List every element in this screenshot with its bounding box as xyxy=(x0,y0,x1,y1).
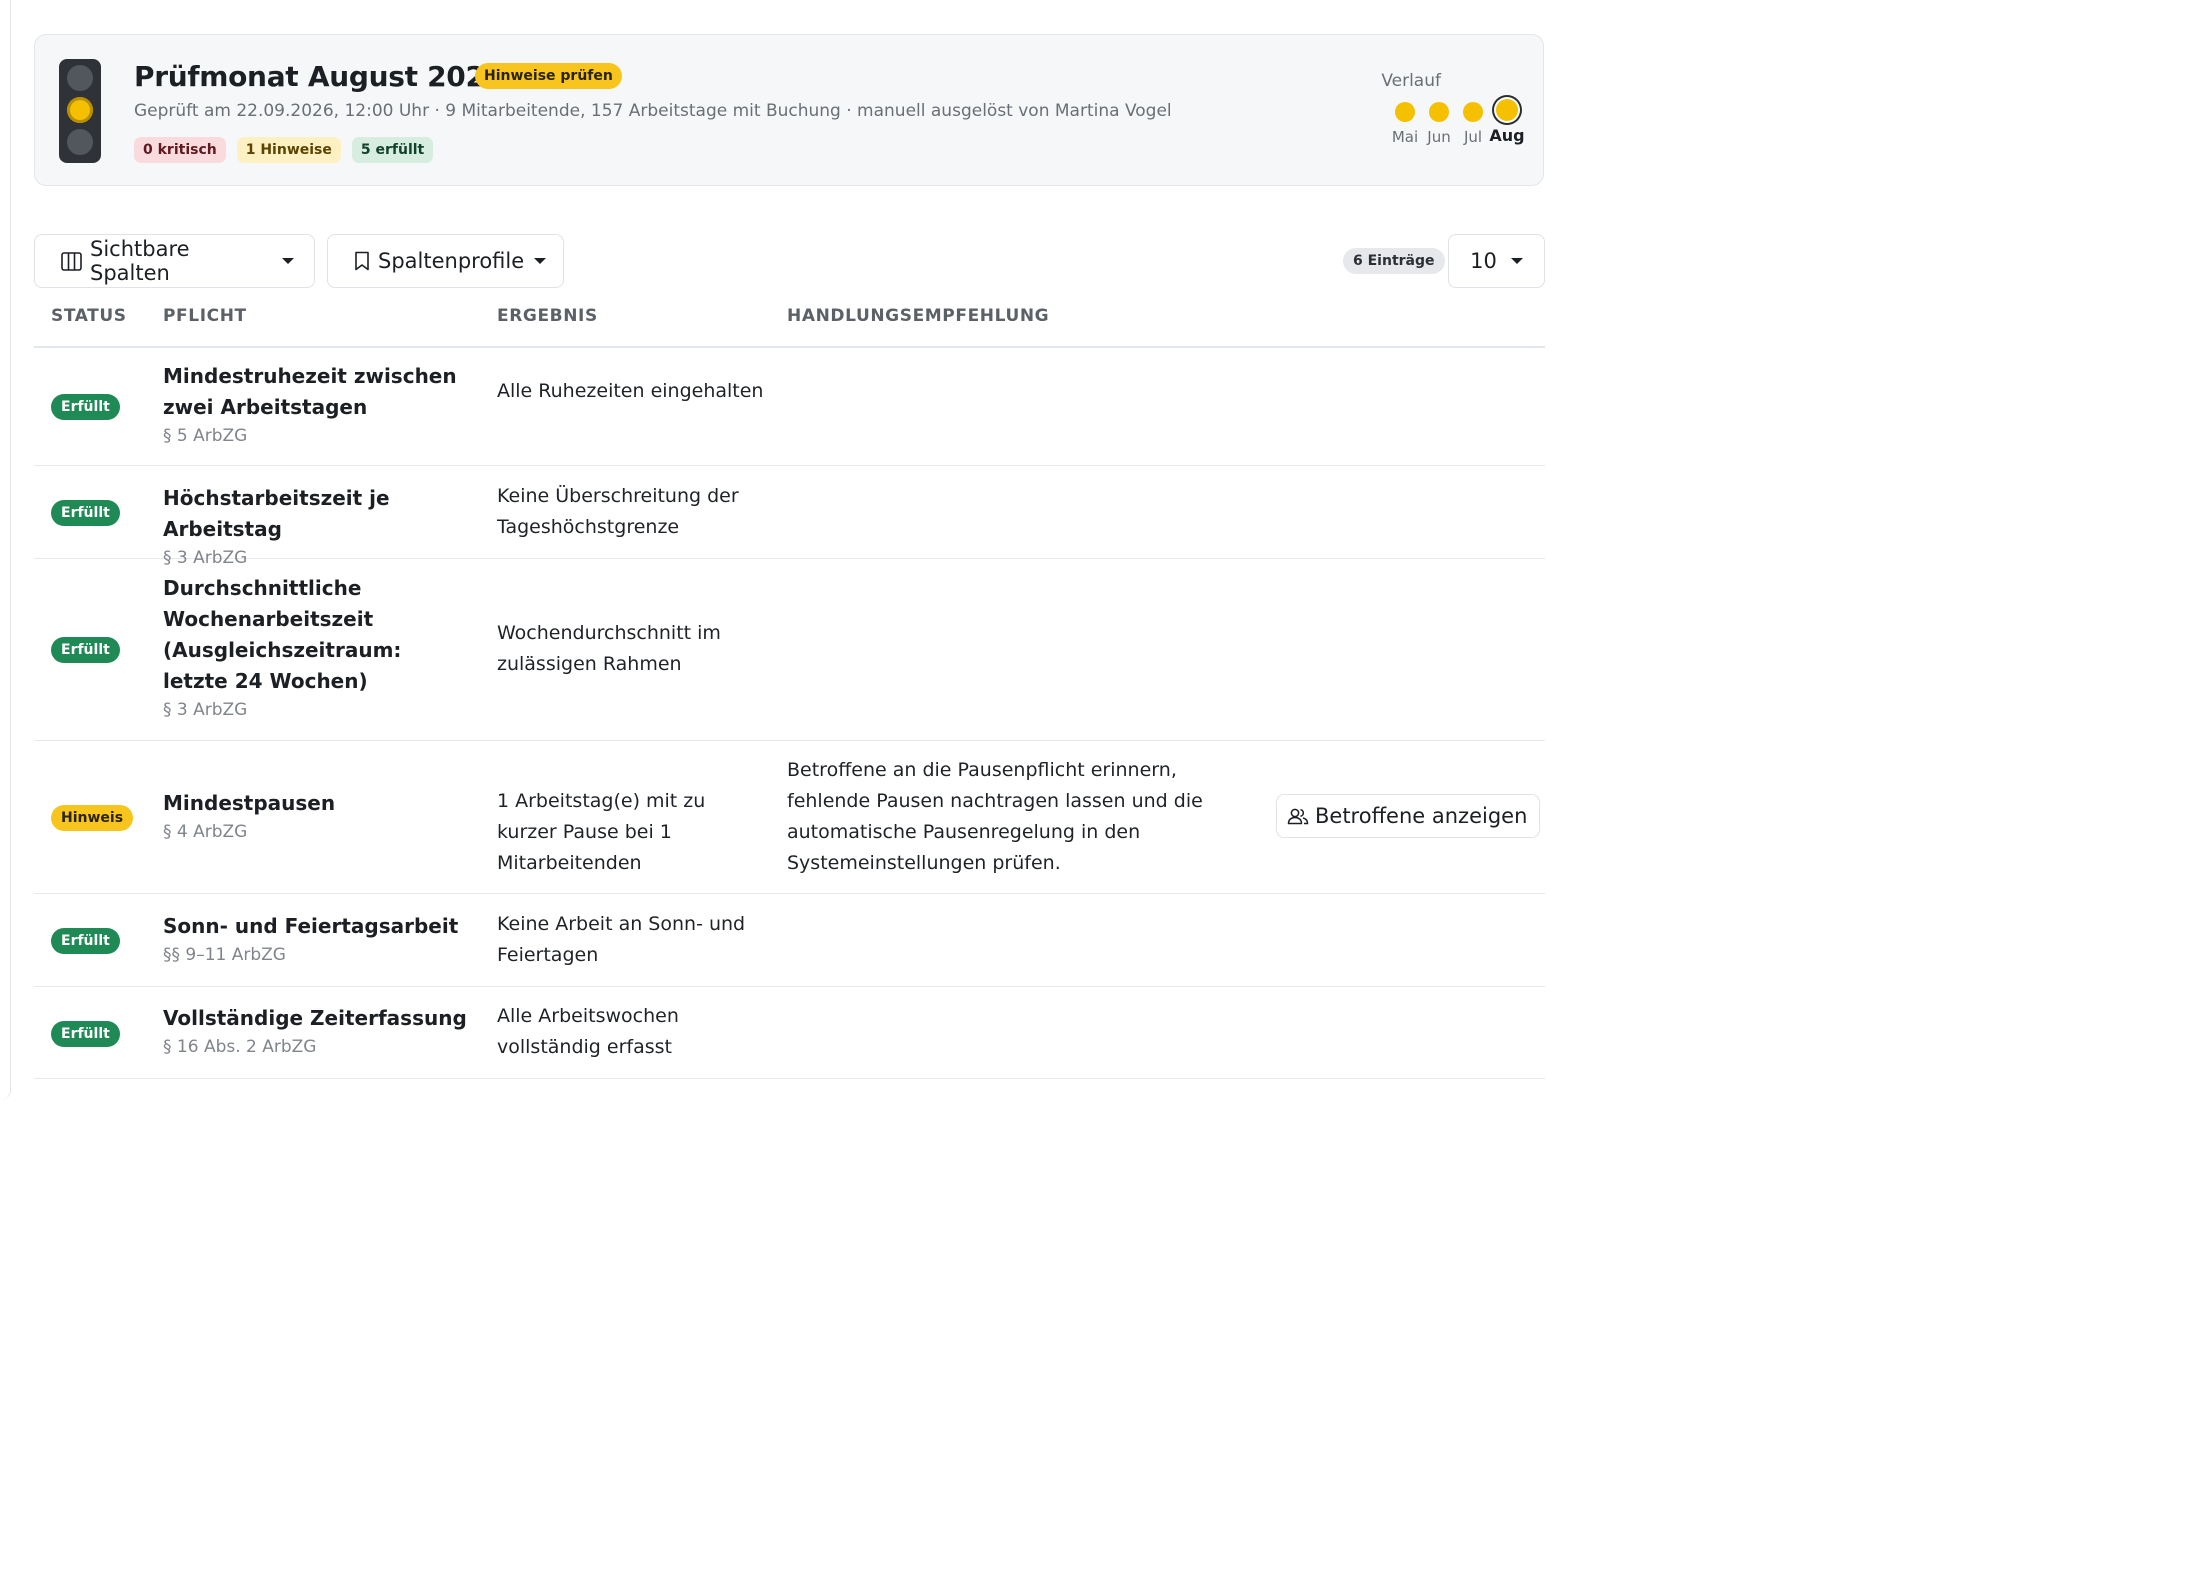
duty-title: Höchstarbeitszeit je Arbeitstag xyxy=(163,486,390,541)
history-dot xyxy=(1463,102,1483,122)
duty-cell: Vollständige Zeiterfassung § 16 Abs. 2 A… xyxy=(163,1003,473,1059)
summary-counts: 0 kritisch 1 Hinweise 5 erfüllt xyxy=(134,137,434,163)
traffic-light-yellow-lamp xyxy=(67,97,93,123)
duty-cell: Mindestruhezeit zwischen zwei Arbeitstag… xyxy=(163,361,473,448)
duty-law: §§ 9–11 ArbZG xyxy=(163,945,286,965)
duty-title: Mindestruhezeit zwischen zwei Arbeitstag… xyxy=(163,364,457,419)
result-cell: 1 Arbeitstag(e) mit zu kurzer Pause bei … xyxy=(497,790,706,874)
table-row: Erfüllt Vollständige Zeiterfassung § 16 … xyxy=(34,987,1545,1079)
duty-cell: Mindestpausen § 4 ArbZG xyxy=(163,788,473,844)
show-affected-label: Betroffene anzeigen xyxy=(1315,804,1528,828)
columns-icon xyxy=(61,251,82,271)
result-cell: Keine Überschreitung der Tageshöchstgren… xyxy=(497,485,739,538)
history-month-label: Mai xyxy=(1391,128,1419,146)
duty-cell: Durchschnittliche Wochenarbeitszeit (Aus… xyxy=(163,573,473,722)
table-row: Erfüllt Durchschnittliche Wochenarbeitsz… xyxy=(34,559,1545,741)
status-badge: Erfüllt xyxy=(51,928,120,954)
history-item-jun[interactable]: Jun xyxy=(1425,97,1453,146)
table-row: Erfüllt Höchstarbeitszeit je Arbeitstag … xyxy=(34,466,1545,568)
page-size-select[interactable]: 10 xyxy=(1448,234,1545,288)
history-month-label: Aug xyxy=(1489,126,1525,145)
result-cell: Keine Arbeit an Sonn- und Feiertagen xyxy=(497,913,746,966)
history-item-aug[interactable]: Aug xyxy=(1489,97,1525,146)
duty-title: Mindestpausen xyxy=(163,791,336,815)
duty-law: § 16 Abs. 2 ArbZG xyxy=(163,1037,317,1057)
history-dot xyxy=(1429,102,1449,122)
audit-meta: Geprüft am 22.09.2026, 12:00 Uhr · 9 Mit… xyxy=(134,101,1172,121)
table-row: Erfüllt Mindestruhezeit zwischen zwei Ar… xyxy=(34,347,1545,466)
column-profiles-label: Spaltenprofile xyxy=(378,249,525,273)
table-row: Hinweis Mindestpausen § 4 ArbZG 1 Arbeit… xyxy=(34,741,1545,894)
result-cell: Wochendurchschnitt im zulässigen Rahmen xyxy=(497,622,721,675)
page-title: Prüfmonat August 2026 xyxy=(134,60,504,93)
history-dot xyxy=(1395,102,1415,122)
result-cell: Alle Arbeitswochen vollständig erfasst xyxy=(497,1005,679,1058)
critical-count-badge: 0 kritisch xyxy=(134,137,226,163)
status-badge: Hinweise prüfen xyxy=(475,63,622,89)
chevron-down-icon xyxy=(282,258,294,264)
visible-columns-label: Sichtbare Spalten xyxy=(90,237,190,285)
audit-summary-card: Prüfmonat August 2026 Hinweise prüfen Ge… xyxy=(34,34,1544,186)
visible-columns-button[interactable]: Sichtbare Spalten xyxy=(34,234,315,288)
passed-count-badge: 5 erfüllt xyxy=(351,137,434,163)
entries-count-badge: 6 Einträge xyxy=(1343,248,1445,274)
history-month-label: Jul xyxy=(1463,128,1483,146)
duty-title: Sonn- und Feiertagsarbeit xyxy=(163,914,459,938)
history-dot-current xyxy=(1496,99,1518,121)
history-item-mai[interactable]: Mai xyxy=(1391,97,1419,146)
show-affected-button[interactable]: Betroffene anzeigen xyxy=(1276,794,1541,838)
sidebar-edge xyxy=(0,0,11,1100)
column-header-status[interactable]: STATUS xyxy=(51,306,127,326)
status-badge: Erfüllt xyxy=(51,1021,120,1047)
page-size-value: 10 xyxy=(1470,249,1497,273)
duty-law: § 5 ArbZG xyxy=(163,426,248,446)
duty-law: § 3 ArbZG xyxy=(163,700,248,720)
duty-law: § 4 ArbZG xyxy=(163,822,248,842)
bookmark-icon xyxy=(354,251,370,271)
table-header: STATUS PFLICHT ERGEBNIS HANDLUNGSEMPFEHL… xyxy=(34,290,1545,348)
chevron-down-icon xyxy=(1510,258,1523,264)
duty-title: Vollständige Zeiterfassung xyxy=(163,1006,467,1030)
status-badge: Erfüllt xyxy=(51,394,120,420)
users-icon xyxy=(1287,807,1309,825)
duty-title: Durchschnittliche Wochenarbeitszeit (Aus… xyxy=(163,576,402,693)
chevron-down-icon xyxy=(534,258,547,264)
duty-cell: Sonn- und Feiertagsarbeit §§ 9–11 ArbZG xyxy=(163,911,473,967)
status-badge: Hinweis xyxy=(51,805,134,831)
column-header-result[interactable]: ERGEBNIS xyxy=(497,306,598,326)
advice-cell: Betroffene an die Pausenpflicht erinnern… xyxy=(787,759,1203,874)
column-header-advice[interactable]: HANDLUNGSEMPFEHLUNG xyxy=(787,306,1049,326)
hint-count-badge: 1 Hinweise xyxy=(236,137,341,163)
column-header-duty[interactable]: PFLICHT xyxy=(163,306,247,326)
history-month-label: Jun xyxy=(1427,128,1451,146)
traffic-light-icon xyxy=(59,59,101,163)
result-cell: Alle Ruhezeiten eingehalten xyxy=(497,380,764,402)
status-badge: Erfüllt xyxy=(51,637,120,663)
traffic-light-green-lamp xyxy=(67,129,93,155)
status-badge: Erfüllt xyxy=(51,500,120,526)
history-item-jul[interactable]: Jul xyxy=(1459,97,1487,146)
table-row: Erfüllt Sonn- und Feiertagsarbeit §§ 9–1… xyxy=(34,894,1545,987)
history-timeline: Mai Jun Jul Aug xyxy=(1391,97,1525,146)
history-label: Verlauf xyxy=(1381,71,1441,91)
column-profiles-button[interactable]: Spaltenprofile xyxy=(327,234,564,288)
duty-cell: Höchstarbeitszeit je Arbeitstag § 3 ArbZ… xyxy=(163,483,483,570)
traffic-light-red-lamp xyxy=(67,65,93,91)
